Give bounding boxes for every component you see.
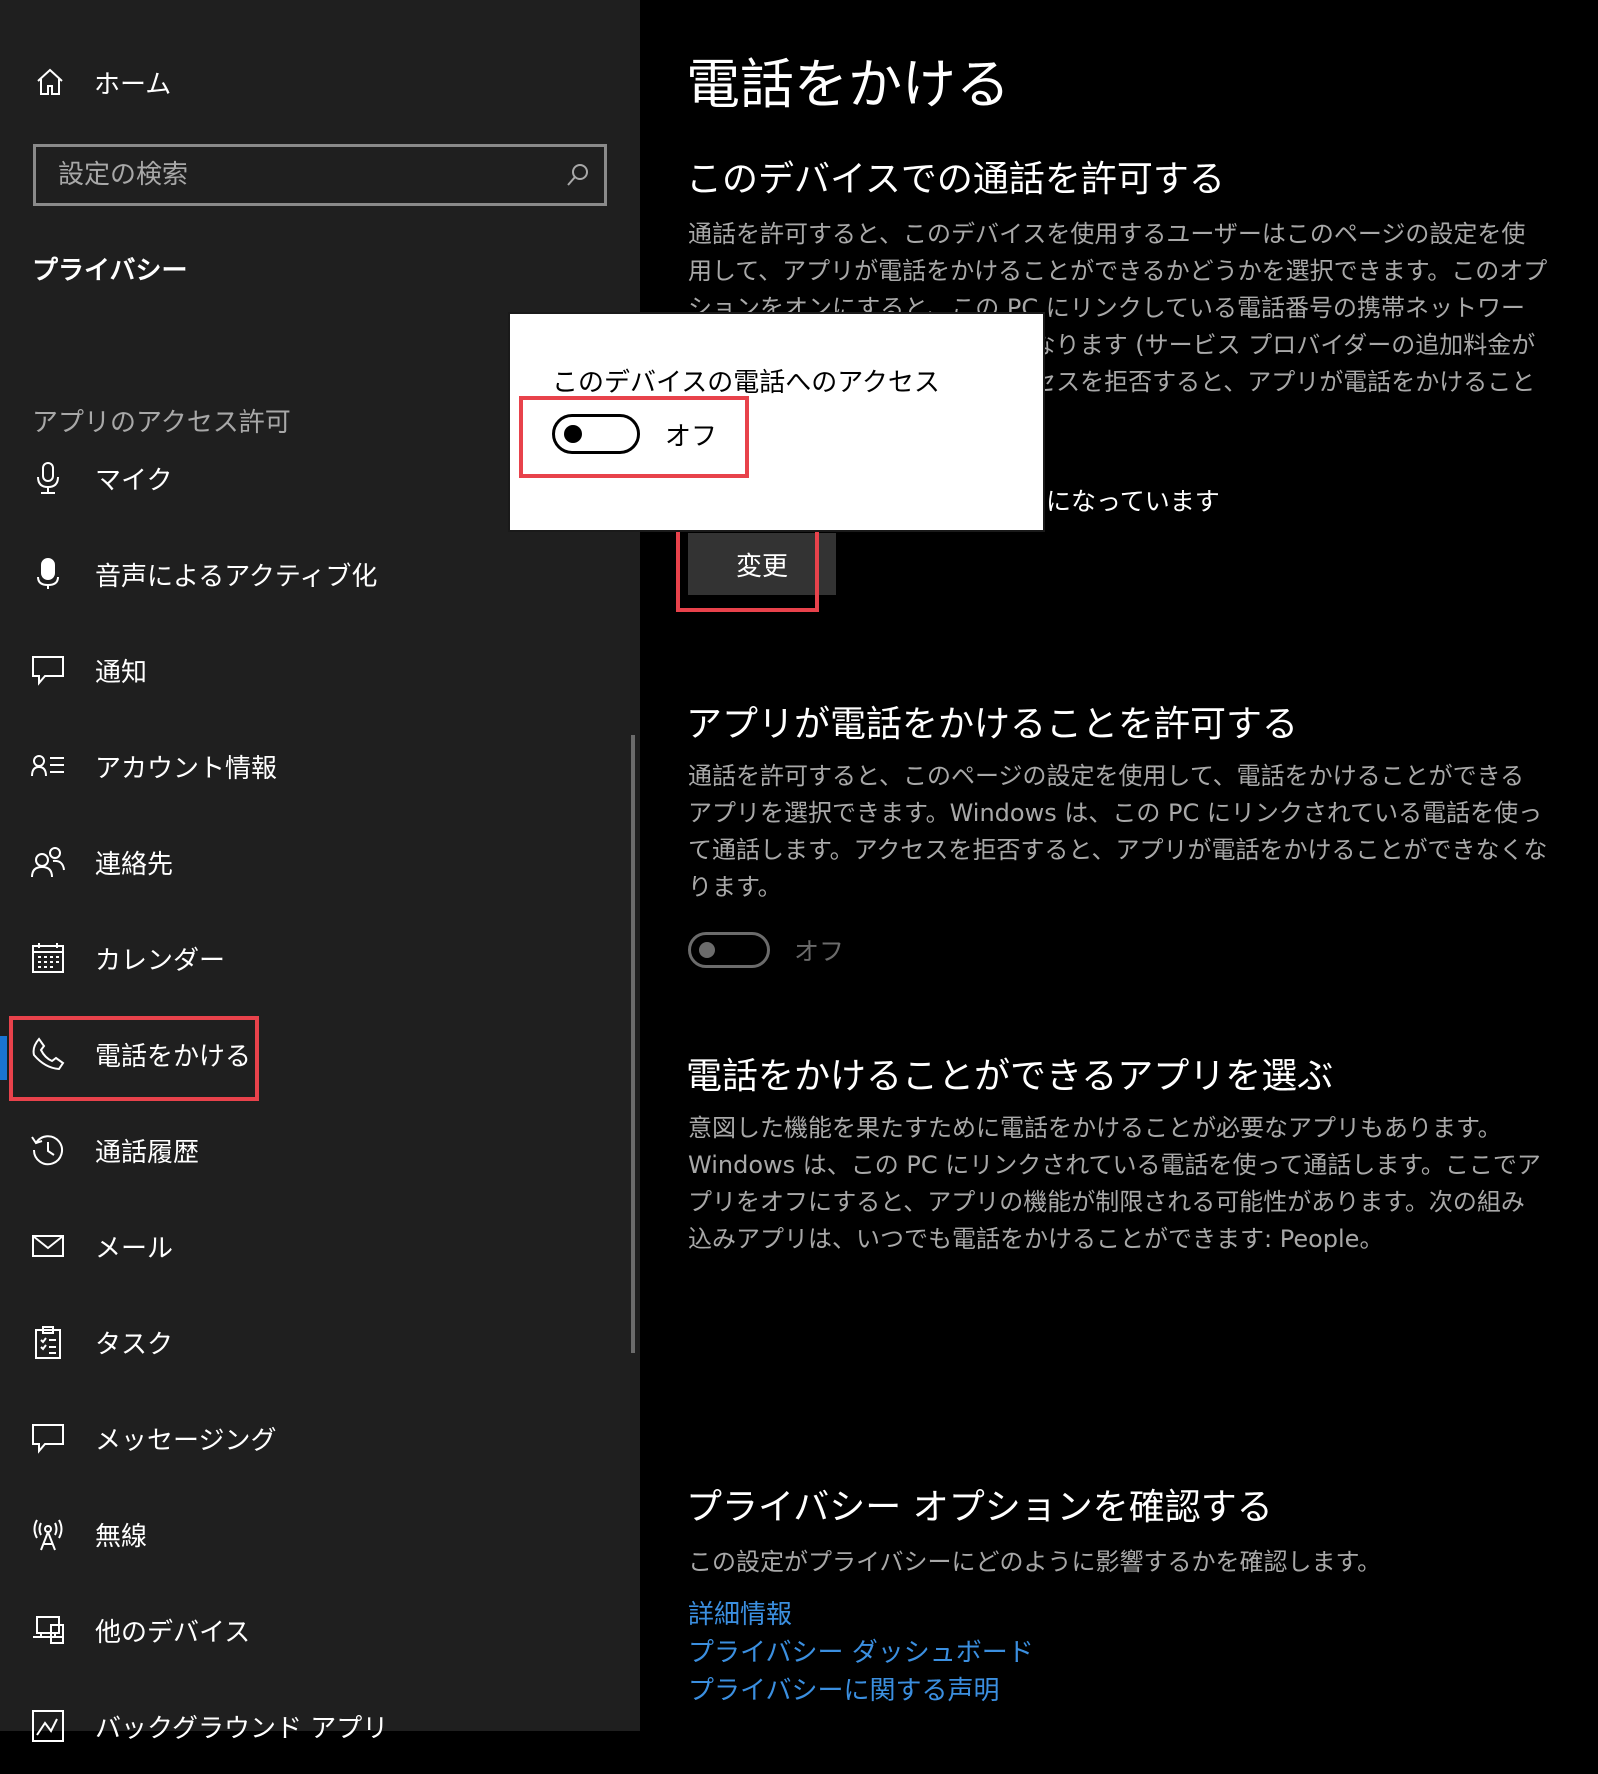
section-description-privacy-options: この設定がプライバシーにどのように影響するかを確認します。 xyxy=(688,1548,1382,1576)
other-devices-icon xyxy=(28,1610,68,1650)
radio-icon xyxy=(28,1514,68,1554)
messaging-icon xyxy=(28,1418,68,1458)
home-icon xyxy=(32,64,68,100)
sidebar-item-calendar[interactable]: カレンダー xyxy=(0,910,620,1006)
sidebar-item-label: メッセージング xyxy=(95,1425,277,1456)
sidebar-item-messaging[interactable]: メッセージング xyxy=(0,1390,620,1486)
sidebar-item-label: 連絡先 xyxy=(95,849,174,880)
sidebar-item-label: メール xyxy=(95,1233,174,1264)
sidebar-scrollbar[interactable] xyxy=(631,735,635,1353)
main-content: 電話をかける このデバイスでの通話を許可する 通話を許可すると、このデバイスを使… xyxy=(640,0,1598,1731)
account-info-icon xyxy=(28,746,68,786)
active-indicator xyxy=(0,1036,7,1080)
sidebar-item-label: タスク xyxy=(95,1329,174,1360)
sidebar-item-label: マイク xyxy=(95,465,173,496)
sidebar-item-tasks[interactable]: タスク xyxy=(0,1294,620,1390)
link-privacy-statement[interactable]: プライバシーに関する声明 xyxy=(688,1670,999,1707)
sidebar-nav: マイク 音声によるアクティブ化 通知 アカウント情報 連絡先 カレンダー 電話を… xyxy=(0,430,620,1774)
sidebar-item-account-info[interactable]: アカウント情報 xyxy=(0,718,620,814)
section-description-choose-apps: 意図した機能を果たすために電話をかけることが必要なアプリもあります。Window… xyxy=(688,1114,1541,1253)
popup-title: このデバイスの電話へのアクセス xyxy=(552,368,940,398)
sidebar: ホーム プライバシー アプリのアクセス許可 マイク xyxy=(0,0,640,1744)
sidebar-item-phone-calls[interactable]: 電話をかける xyxy=(0,1006,620,1102)
sidebar-item-label: 無線 xyxy=(95,1521,148,1552)
microphone-icon xyxy=(28,458,68,498)
sidebar-item-contacts[interactable]: 連絡先 xyxy=(0,814,620,910)
history-icon xyxy=(28,1130,68,1170)
sidebar-item-label: バックグラウンド アプリ xyxy=(95,1713,389,1744)
sidebar-item-label: 音声によるアクティブ化 xyxy=(95,561,378,592)
device-access-popup: このデバイスの電話へのアクセス オフ xyxy=(508,312,1045,532)
home-label: ホーム xyxy=(94,69,172,100)
sidebar-item-label: 電話をかける xyxy=(95,1041,252,1072)
allow-apps-toggle-row: オフ xyxy=(688,932,844,968)
sidebar-item-call-history[interactable]: 通話履歴 xyxy=(0,1102,620,1198)
change-button[interactable]: 変更 xyxy=(688,533,836,595)
sidebar-item-notifications[interactable]: 通知 xyxy=(0,622,620,718)
sidebar-item-label: アカウント情報 xyxy=(95,753,278,784)
section-heading-choose-apps: 電話をかけることができるアプリを選ぶ xyxy=(686,1056,1334,1097)
section-title-privacy: プライバシー xyxy=(32,256,188,286)
sidebar-item-radios[interactable]: 無線 xyxy=(0,1486,620,1582)
link-privacy-dashboard[interactable]: プライバシー ダッシュボード xyxy=(688,1632,1034,1669)
voice-activation-icon xyxy=(28,554,68,594)
contacts-icon xyxy=(28,842,68,882)
device-access-status: になっています xyxy=(1046,487,1220,516)
sidebar-item-label: 通知 xyxy=(95,657,148,688)
sidebar-item-mail[interactable]: メール xyxy=(0,1198,620,1294)
background-apps-icon xyxy=(28,1706,68,1746)
sidebar-item-label: 他のデバイス xyxy=(95,1617,251,1648)
phone-icon xyxy=(28,1034,68,1074)
tasks-icon xyxy=(28,1322,68,1362)
home-button[interactable]: ホーム xyxy=(32,58,171,106)
search-box xyxy=(33,144,607,206)
mail-icon xyxy=(28,1226,68,1266)
highlight-box xyxy=(519,396,749,478)
search-input[interactable] xyxy=(36,147,552,203)
toggle-knob xyxy=(699,942,715,958)
sidebar-item-other-devices[interactable]: 他のデバイス xyxy=(0,1582,620,1678)
calendar-icon xyxy=(28,938,68,978)
search-icon[interactable] xyxy=(552,162,604,188)
allow-apps-toggle-label: オフ xyxy=(794,937,845,966)
sidebar-item-label: カレンダー xyxy=(95,945,226,976)
sidebar-item-label: 通話履歴 xyxy=(95,1137,200,1168)
notification-icon xyxy=(28,650,68,690)
sidebar-item-background-apps[interactable]: バックグラウンド アプリ xyxy=(0,1678,620,1774)
section-heading-allow-calls: このデバイスでの通話を許可する xyxy=(686,159,1225,200)
section-heading-allow-apps: アプリが電話をかけることを許可する xyxy=(686,704,1299,745)
link-more-info[interactable]: 詳細情報 xyxy=(688,1594,792,1631)
sidebar-item-voice-activation[interactable]: 音声によるアクティブ化 xyxy=(0,526,620,622)
section-description-allow-apps: 通話を許可すると、このページの設定を使用して、電話をかけることができるアプリを選… xyxy=(688,762,1548,901)
allow-apps-toggle[interactable] xyxy=(688,932,770,968)
section-heading-privacy-options: プライバシー オプションを確認する xyxy=(686,1487,1273,1528)
page-title: 電話をかける xyxy=(686,53,1010,116)
